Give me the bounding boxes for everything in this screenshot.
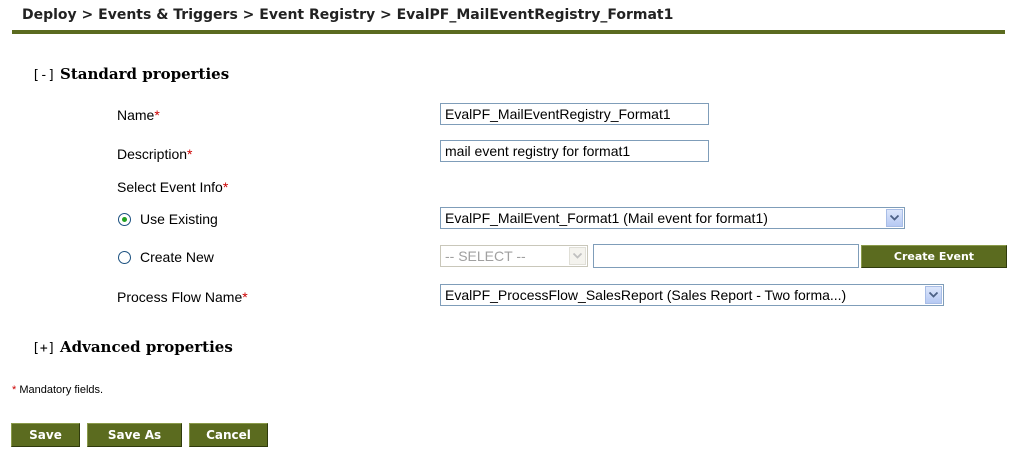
mandatory-note-text: Mandatory fields. (19, 384, 104, 396)
create-event-button[interactable]: Create Event (861, 245, 1007, 268)
existing-event-selected-value: EvalPF_MailEvent_Format1 (Mail event for… (445, 210, 768, 226)
breadcrumb: Deploy > Events & Triggers > Event Regis… (22, 7, 674, 23)
process-flow-required-marker: * (242, 289, 248, 305)
name-input-value: EvalPF_MailEventRegistry_Format1 (445, 106, 671, 122)
description-input-value: mail event registry for format1 (445, 143, 631, 159)
process-flow-label-text: Process Flow Name (117, 289, 243, 305)
breadcrumb-bar: Deploy > Events & Triggers > Event Regis… (12, 0, 1005, 34)
new-event-name-input[interactable] (593, 244, 859, 268)
create-new-label[interactable]: Create New (140, 249, 214, 265)
select-event-info-text: Select Event Info (117, 179, 223, 195)
use-existing-radio[interactable] (118, 213, 131, 226)
mandatory-note: * Mandatory fields. (12, 384, 103, 396)
description-label-text: Description (117, 146, 188, 162)
chevron-down-icon[interactable] (925, 286, 942, 304)
description-input[interactable]: mail event registry for format1 (440, 140, 709, 162)
create-new-radio[interactable] (118, 251, 131, 264)
create-new-type-select[interactable]: -- SELECT -- (440, 245, 588, 267)
advanced-properties-title: Advanced properties (60, 338, 233, 356)
advanced-properties-toggle[interactable]: [+] (32, 341, 60, 356)
name-input[interactable]: EvalPF_MailEventRegistry_Format1 (440, 103, 709, 125)
use-existing-label[interactable]: Use Existing (140, 211, 218, 227)
name-label-text: Name (117, 107, 155, 123)
chevron-down-icon[interactable] (886, 209, 903, 227)
process-flow-label: Process Flow Name* (117, 289, 248, 305)
save-as-button[interactable]: Save As (87, 423, 182, 447)
process-flow-select[interactable]: EvalPF_ProcessFlow_SalesReport (Sales Re… (440, 284, 944, 306)
chevron-down-icon[interactable] (569, 247, 586, 265)
save-button[interactable]: Save (11, 423, 80, 447)
description-label: Description* (117, 146, 192, 162)
cancel-button[interactable]: Cancel (189, 423, 268, 447)
standard-properties-header: [-] Standard properties (32, 65, 229, 83)
select-event-info-required-marker: * (222, 179, 229, 195)
standard-properties-toggle[interactable]: [-] (32, 68, 60, 83)
advanced-properties-header: [+] Advanced properties (32, 338, 233, 356)
existing-event-select[interactable]: EvalPF_MailEvent_Format1 (Mail event for… (440, 207, 905, 229)
description-required-marker: * (187, 146, 193, 162)
mandatory-note-marker: * (12, 384, 17, 396)
create-new-select-value: -- SELECT -- (445, 248, 526, 264)
select-event-info-label: Select Event Info* (117, 179, 228, 195)
name-label: Name* (117, 107, 160, 123)
process-flow-selected-value: EvalPF_ProcessFlow_SalesReport (Sales Re… (445, 287, 847, 303)
standard-properties-title: Standard properties (60, 65, 230, 83)
name-required-marker: * (154, 107, 160, 123)
